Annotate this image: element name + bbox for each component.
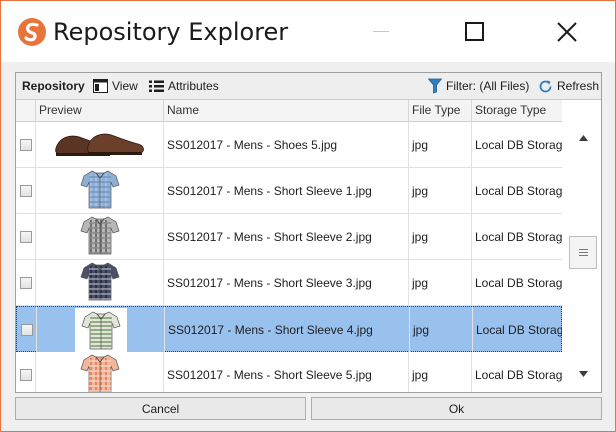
preview-image (80, 260, 120, 305)
file-name-cell: SS012017 - Mens - Short Sleeve 3.jpg (164, 260, 409, 305)
refresh-label: Refresh (557, 79, 600, 93)
preview-image (80, 214, 120, 259)
file-type-cell: jpg (409, 168, 472, 213)
storage-type-cell: Local DB Storage (475, 229, 562, 244)
storage-type-cell: Local DB Storage (475, 275, 562, 290)
refresh-icon (539, 80, 552, 92)
file-type-cell: jpg (409, 122, 472, 167)
view-icon (93, 79, 108, 93)
minimize-button[interactable] (358, 1, 404, 62)
preview-image (80, 352, 120, 392)
preview-cell (36, 168, 164, 213)
minimize-icon (373, 31, 389, 32)
file-type-cell: jpg (409, 214, 472, 259)
table-row[interactable]: SS012017 - Mens - Short Sleeve 5.jpg jpg… (16, 352, 562, 392)
maximize-icon (464, 22, 484, 41)
row-checkbox-cell[interactable] (16, 260, 36, 305)
scroll-up-button[interactable] (577, 132, 589, 144)
file-name-cell: SS012017 - Mens - Shoes 5.jpg (164, 122, 409, 167)
toolbar: Repository View Attributes Filter: (All … (16, 73, 601, 100)
row-checkbox-cell[interactable] (16, 122, 36, 167)
preview-cell (36, 122, 164, 167)
storage-type-cell: Local DB Storage (475, 367, 562, 382)
file-type-cell: jpg (409, 260, 472, 305)
storage-type-cell: Local DB Storage (476, 322, 562, 337)
table-row[interactable]: SS012017 - Mens - Short Sleeve 3.jpg jpg… (16, 260, 562, 306)
row-checkbox[interactable] (19, 184, 32, 197)
row-checkbox-cell[interactable] (17, 307, 37, 352)
row-checkbox-cell[interactable] (16, 168, 36, 213)
filter-label: Filter: (All Files) (446, 79, 530, 93)
close-icon (557, 21, 577, 42)
row-checkbox[interactable] (19, 230, 32, 243)
preview-cell (36, 260, 164, 305)
attributes-label: Attributes (168, 79, 219, 93)
preview-image (74, 307, 127, 352)
list-icon (149, 80, 164, 92)
arrow-up-icon (578, 135, 588, 141)
scroll-down-button[interactable] (577, 368, 589, 380)
row-checkbox[interactable] (19, 368, 32, 381)
storage-type-cell: Local DB Storage (475, 137, 562, 152)
row-checkbox[interactable] (19, 276, 32, 289)
view-button[interactable]: View (93, 73, 138, 99)
preview-image (52, 126, 148, 163)
maximize-button[interactable] (451, 1, 497, 62)
table-row[interactable]: SS012017 - Mens - Short Sleeve 2.jpg jpg… (16, 214, 562, 260)
preview-image (80, 168, 120, 213)
file-name-cell: SS012017 - Mens - Short Sleeve 5.jpg (164, 352, 409, 392)
name-column-header[interactable]: Name (164, 100, 409, 122)
file-name-cell: SS012017 - Mens - Short Sleeve 4.jpg (165, 307, 410, 352)
table-row[interactable]: SS012017 - Mens - Short Sleeve 4.jpg jpg… (16, 306, 562, 352)
grid-header: Preview Name File Type Storage Type (16, 100, 562, 122)
arrow-down-icon (578, 371, 588, 377)
table-row[interactable]: SS012017 - Mens - Short Sleeve 1.jpg jpg… (16, 168, 562, 214)
repository-label: Repository (22, 79, 85, 93)
row-checkbox-cell[interactable] (16, 352, 36, 392)
preview-cell (36, 352, 164, 392)
preview-cell (37, 307, 165, 352)
vertical-scrollbar[interactable] (567, 122, 600, 392)
preview-column-header[interactable]: Preview (36, 100, 164, 122)
row-checkbox[interactable] (19, 138, 32, 151)
filter-button[interactable]: Filter: (All Files) (428, 73, 529, 99)
storage-type-cell: Local DB Storage (475, 183, 562, 198)
row-checkbox[interactable] (20, 323, 33, 336)
file-type-cell: jpg (409, 352, 472, 392)
refresh-button[interactable]: Refresh (538, 73, 599, 99)
ok-button[interactable]: Ok (311, 397, 602, 420)
file-name-cell: SS012017 - Mens - Short Sleeve 1.jpg (164, 168, 409, 213)
file-type-column-header[interactable]: File Type (409, 100, 472, 122)
repository-panel: Repository View Attributes Filter: (All … (15, 72, 602, 393)
select-column-header[interactable] (16, 100, 36, 122)
grip-icon (578, 249, 588, 256)
preview-cell (36, 214, 164, 259)
row-checkbox-cell[interactable] (16, 214, 36, 259)
app-logo-icon (18, 18, 46, 46)
window-title: Repository Explorer (53, 18, 289, 46)
close-button[interactable] (544, 1, 590, 62)
cancel-button[interactable]: Cancel (15, 397, 306, 420)
attributes-button[interactable]: Attributes (149, 73, 219, 99)
file-name-cell: SS012017 - Mens - Short Sleeve 2.jpg (164, 214, 409, 259)
table-row[interactable]: SS012017 - Mens - Shoes 5.jpg jpg Local … (16, 122, 562, 168)
scroll-thumb[interactable] (569, 236, 597, 269)
view-label: View (112, 79, 138, 93)
filter-icon (428, 78, 442, 94)
file-grid: Preview Name File Type Storage Type SS01… (16, 100, 562, 392)
storage-type-column-header[interactable]: Storage Type (472, 100, 562, 122)
repository-explorer-window: Repository Explorer Repository View Attr… (0, 0, 616, 432)
title-bar[interactable]: Repository Explorer (1, 1, 615, 62)
file-type-cell: jpg (410, 307, 473, 352)
